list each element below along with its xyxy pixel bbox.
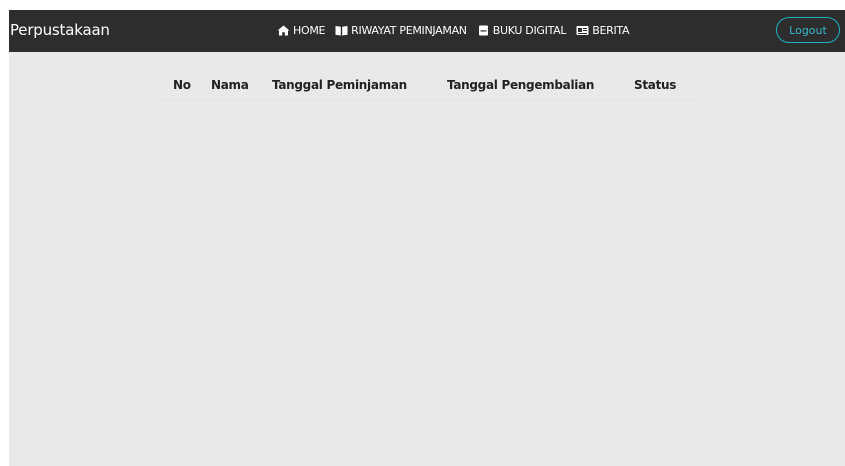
column-header-status: Status xyxy=(634,68,699,101)
nav-item-label: HOME xyxy=(293,24,326,37)
app-frame: Perpustakaan HOME RIWAYAT PEMINJAMAN BUK… xyxy=(9,10,845,466)
column-header-no: No xyxy=(159,68,211,101)
column-header-tanggal-pengembalian: Tanggal Pengembalian xyxy=(447,68,634,101)
nav-item-label: BUKU DIGITAL xyxy=(492,24,567,37)
table-header-row: No Nama Tanggal Peminjaman Tanggal Penge… xyxy=(159,68,699,101)
nav-item-label: BERITA xyxy=(592,24,630,37)
brand-title[interactable]: Perpustakaan xyxy=(10,21,110,39)
nav-item-label: RIWAYAT PEMINJAMAN xyxy=(351,24,467,37)
newspaper-icon xyxy=(576,25,589,36)
nav-item-home[interactable]: HOME xyxy=(277,24,325,37)
column-header-nama: Nama xyxy=(211,68,272,101)
book-open-icon xyxy=(335,25,348,36)
tablet-icon xyxy=(477,25,490,36)
loan-history-table-container: No Nama Tanggal Peminjaman Tanggal Penge… xyxy=(159,68,699,101)
column-header-tanggal-peminjaman: Tanggal Peminjaman xyxy=(272,68,447,101)
loan-history-table: No Nama Tanggal Peminjaman Tanggal Penge… xyxy=(159,68,699,101)
home-icon xyxy=(277,25,290,36)
nav-item-berita[interactable]: BERITA xyxy=(576,24,629,37)
table-header: No Nama Tanggal Peminjaman Tanggal Penge… xyxy=(159,68,699,101)
top-navbar: Perpustakaan HOME RIWAYAT PEMINJAMAN BUK… xyxy=(9,10,845,52)
nav-item-riwayat-peminjaman[interactable]: RIWAYAT PEMINJAMAN xyxy=(335,24,467,37)
logout-button[interactable]: Logout xyxy=(776,17,840,43)
main-nav: HOME RIWAYAT PEMINJAMAN BUKU DIGITAL BER… xyxy=(277,24,639,37)
nav-item-buku-digital[interactable]: BUKU DIGITAL xyxy=(477,24,567,37)
